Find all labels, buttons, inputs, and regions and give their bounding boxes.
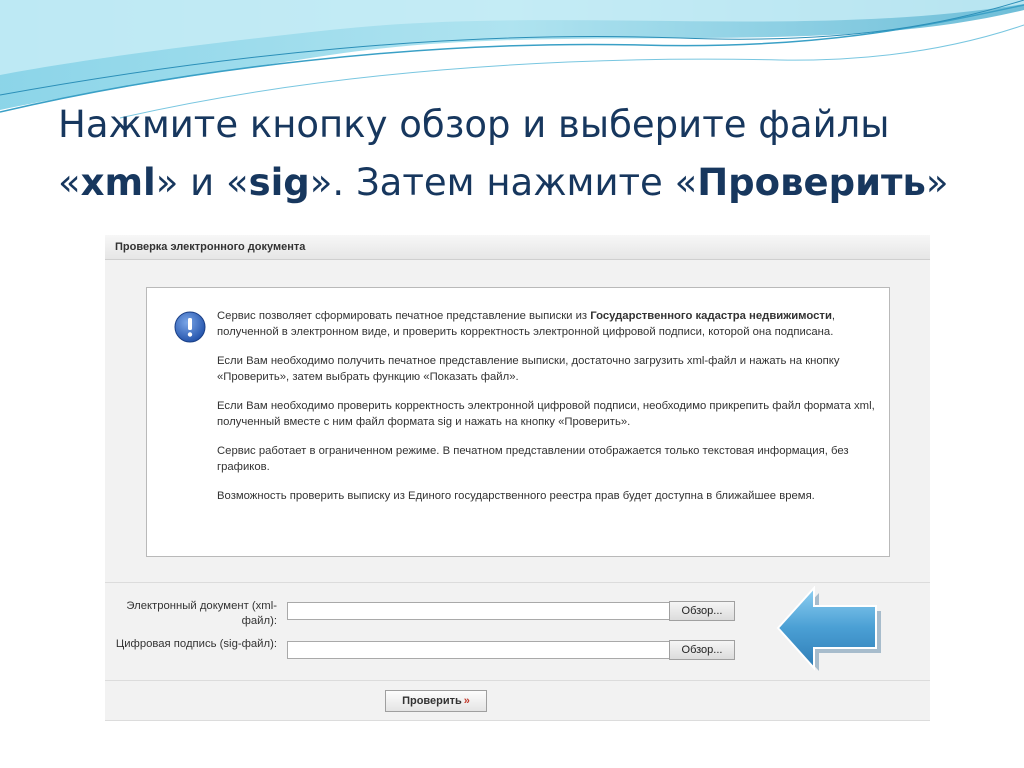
- title-quote-close: »: [925, 161, 949, 204]
- title-quote-mid1: » и «: [155, 161, 249, 204]
- slide-title: Нажмите кнопку обзор и выберите файлы «x…: [58, 96, 998, 212]
- sig-file-label: Цифровая подпись (sig-файл):: [115, 638, 277, 650]
- title-line1: Нажмите кнопку обзор и выберите файлы: [58, 103, 890, 146]
- info-paragraph-3: Если Вам необходимо проверить корректнос…: [217, 400, 875, 428]
- info-box: Сервис позволяет сформировать печатное п…: [146, 287, 890, 557]
- info-paragraph-2: Если Вам необходимо получить печатное пр…: [217, 355, 840, 383]
- check-button-label: Проверить: [402, 695, 462, 707]
- xml-file-input[interactable]: [287, 602, 735, 620]
- form-divider-bottom: [105, 680, 930, 681]
- xml-browse-button[interactable]: Обзор...: [669, 601, 735, 621]
- title-sig-word: sig: [248, 161, 310, 204]
- title-check-word: Проверить: [697, 161, 926, 204]
- info-text: Сервис позволяет сформировать печатное п…: [217, 308, 877, 517]
- info-paragraph-4: Сервис работает в ограниченном режиме. В…: [217, 445, 849, 473]
- title-quote-open: «: [58, 161, 81, 204]
- info-circle-icon: [174, 311, 206, 343]
- cadastre-name: Государственного кадастра недвижимости: [590, 310, 832, 322]
- form-divider-top: [105, 582, 930, 583]
- panel-header: Проверка электронного документа: [105, 235, 930, 260]
- arrow-left-icon: [776, 586, 881, 671]
- title-xml-word: xml: [80, 161, 156, 204]
- title-quote-mid2: ». Затем нажмите «: [309, 161, 698, 204]
- check-button[interactable]: Проверить»: [385, 690, 487, 712]
- info-paragraph-5: Возможность проверить выписку из Единого…: [217, 490, 815, 502]
- info-paragraph-1: Сервис позволяет сформировать печатное п…: [217, 310, 836, 338]
- sig-file-input[interactable]: [287, 641, 735, 659]
- sig-browse-button[interactable]: Обзор...: [669, 640, 735, 660]
- double-arrow-icon: »: [463, 695, 470, 707]
- xml-file-label: Электронный документ (xml-файл):: [126, 600, 277, 627]
